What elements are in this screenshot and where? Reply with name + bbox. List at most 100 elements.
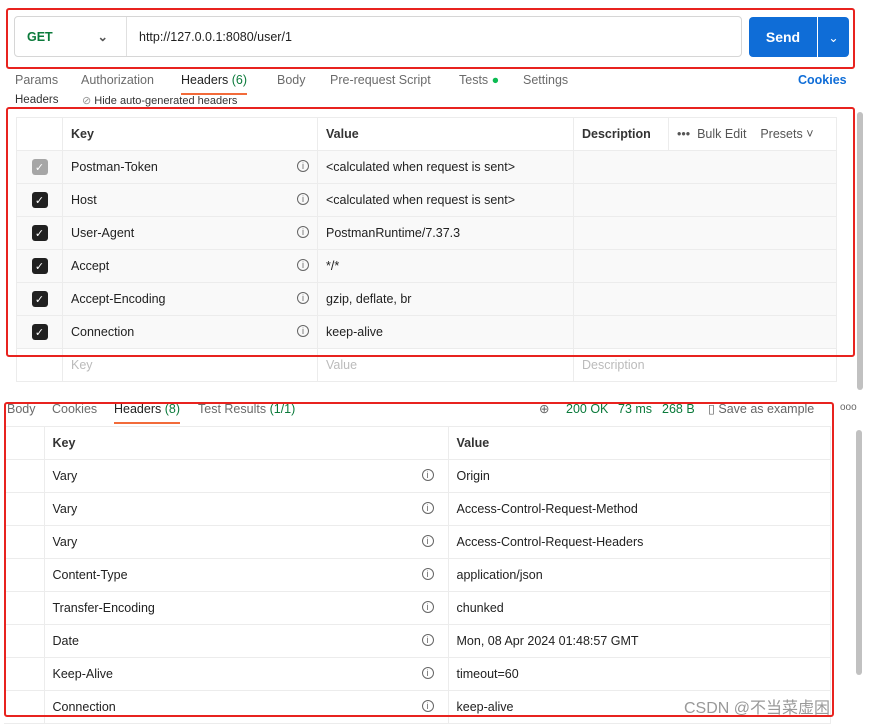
table-row: Transfer-Encoding i chunked [4, 591, 831, 625]
save-label: Save as example [718, 402, 815, 416]
header-value[interactable]: <calculated when request is sent> [317, 183, 574, 217]
info-icon[interactable]: i [421, 535, 434, 547]
header-value[interactable]: PostmanRuntime/7.37.3 [317, 216, 574, 250]
header-value: chunked [447, 591, 831, 625]
header-key: Date [52, 634, 79, 648]
info-icon[interactable]: i [421, 667, 434, 679]
tab-body[interactable]: Body [277, 73, 306, 87]
method-select[interactable]: GET ⌄ [15, 17, 127, 56]
table-row: Date i Mon, 08 Apr 2024 01:48:57 GMT [4, 624, 831, 658]
checkbox[interactable]: ✓ [31, 324, 48, 340]
header-key[interactable]: Connection [71, 325, 134, 339]
tab-headers[interactable]: Headers (6) [181, 73, 248, 95]
save-example-button[interactable]: ▯ Save as example [708, 401, 814, 416]
chevron-down-icon: ⌄ [97, 30, 108, 44]
tab-label: Headers [114, 402, 162, 416]
header-key[interactable]: Accept-Encoding [71, 292, 166, 306]
header-value: timeout=60 [447, 657, 831, 691]
response-size[interactable]: 268 B [662, 402, 695, 416]
checkbox[interactable]: ✓ [31, 291, 48, 307]
info-icon[interactable]: i [297, 259, 309, 271]
tab-params[interactable]: Params [15, 73, 58, 87]
header-key[interactable]: Accept [71, 259, 109, 273]
checkbox[interactable]: ✓ [31, 258, 48, 274]
col-value: Value [447, 426, 831, 460]
table-row: ✓ Accept i */* [16, 249, 837, 283]
resp-tab-body[interactable]: Body [7, 402, 36, 416]
info-icon[interactable]: i [297, 193, 309, 205]
table-row: Vary i Access-Control-Request-Headers [4, 525, 831, 559]
table-header-row: Key Value Description ••• Bulk Edit Presets… [16, 117, 837, 151]
new-key-input[interactable]: Key [62, 348, 318, 382]
checkbox[interactable]: ✓ [31, 225, 48, 241]
tab-label: Tests [459, 73, 489, 87]
table-row: Vary i Origin [4, 459, 831, 493]
cookies-link[interactable]: Cookies [798, 73, 847, 87]
header-key: Transfer-Encoding [52, 601, 155, 615]
hide-auto-headers-button[interactable]: ⊘ Hide auto-generated headers [82, 94, 237, 107]
url-input[interactable]: http://127.0.0.1:8080/user/1 [127, 30, 292, 44]
header-key[interactable]: User-Agent [71, 226, 134, 240]
tab-label: Test Results [198, 402, 267, 416]
method-label: GET [27, 29, 53, 44]
globe-icon[interactable]: ⊕ [539, 401, 549, 416]
send-options-chevron-icon[interactable]: ⌄ [818, 17, 849, 57]
table-row: ✓ Connection i keep-alive [16, 315, 837, 349]
bulk-edit-button[interactable]: Bulk Edit [697, 127, 746, 141]
tab-tests[interactable]: Tests ● [459, 73, 499, 87]
table-row: Keep-Alive i timeout=60 [4, 657, 831, 691]
col-key: Key [43, 426, 449, 460]
info-icon[interactable]: i [297, 226, 309, 238]
header-key[interactable]: Postman-Token [71, 160, 158, 174]
response-time[interactable]: 73 ms [618, 402, 652, 416]
header-value[interactable]: gzip, deflate, br [317, 282, 574, 316]
new-description-input[interactable]: Description [573, 348, 837, 382]
tab-settings[interactable]: Settings [523, 73, 568, 87]
tab-authorization[interactable]: Authorization [81, 73, 154, 87]
resp-tab-headers[interactable]: Headers (8) [114, 402, 181, 424]
eye-off-icon: ⊘ [82, 95, 92, 107]
status-code[interactable]: 200 OK [566, 402, 608, 416]
info-icon[interactable]: i [421, 634, 434, 646]
info-icon[interactable]: i [297, 325, 309, 337]
tab-pre-request-script[interactable]: Pre-request Script [330, 73, 431, 87]
header-value[interactable]: keep-alive [317, 315, 574, 349]
presets-dropdown[interactable]: Presets [760, 127, 802, 141]
more-icon[interactable]: ••• [677, 127, 690, 141]
hide-label: Hide auto-generated headers [94, 95, 238, 107]
response-headers-table: Key Value Vary i Origin Vary i Access-Control-… [4, 426, 831, 724]
request-headers-table: Key Value Description ••• Bulk Edit Presets… [16, 117, 837, 382]
resp-tab-test-results[interactable]: Test Results (1/1) [198, 402, 295, 416]
header-value[interactable]: */* [317, 249, 574, 283]
new-value-input[interactable]: Value [317, 348, 574, 382]
new-header-row: Key Value Description [16, 348, 837, 382]
table-row: ✓ Postman-Token i <calculated when request … [16, 150, 837, 184]
info-icon[interactable]: i [421, 700, 434, 712]
info-icon[interactable]: i [421, 469, 434, 481]
more-options-icon[interactable]: ooo [840, 402, 857, 413]
info-icon[interactable]: i [297, 160, 309, 172]
table-header-row: Key Value [4, 426, 831, 460]
save-icon: ▯ [708, 402, 715, 416]
resp-tab-cookies[interactable]: Cookies [52, 402, 97, 416]
tab-label: Headers [181, 73, 229, 87]
header-key[interactable]: Host [71, 193, 97, 207]
tab-count: (8) [164, 402, 181, 416]
col-description: Description [573, 117, 669, 151]
url-bar: GET ⌄ http://127.0.0.1:8080/user/1 [14, 16, 742, 57]
info-icon[interactable]: i [421, 601, 434, 613]
status-dot-icon: ● [491, 73, 500, 87]
table-row: Vary i Access-Control-Request-Method [4, 492, 831, 526]
header-value: Access-Control-Request-Method [447, 492, 831, 526]
request-scrollbar[interactable] [857, 112, 863, 390]
response-scrollbar[interactable] [856, 430, 862, 675]
checkbox[interactable]: ✓ [31, 192, 48, 208]
info-icon[interactable]: i [421, 502, 434, 514]
header-key: Content-Type [52, 568, 128, 582]
info-icon[interactable]: i [421, 568, 434, 580]
info-icon[interactable]: i [297, 292, 309, 304]
header-key: Vary [52, 469, 78, 483]
checkbox[interactable]: ✓ [31, 159, 48, 175]
send-button[interactable]: Send [749, 17, 817, 57]
header-value[interactable]: <calculated when request is sent> [317, 150, 574, 184]
